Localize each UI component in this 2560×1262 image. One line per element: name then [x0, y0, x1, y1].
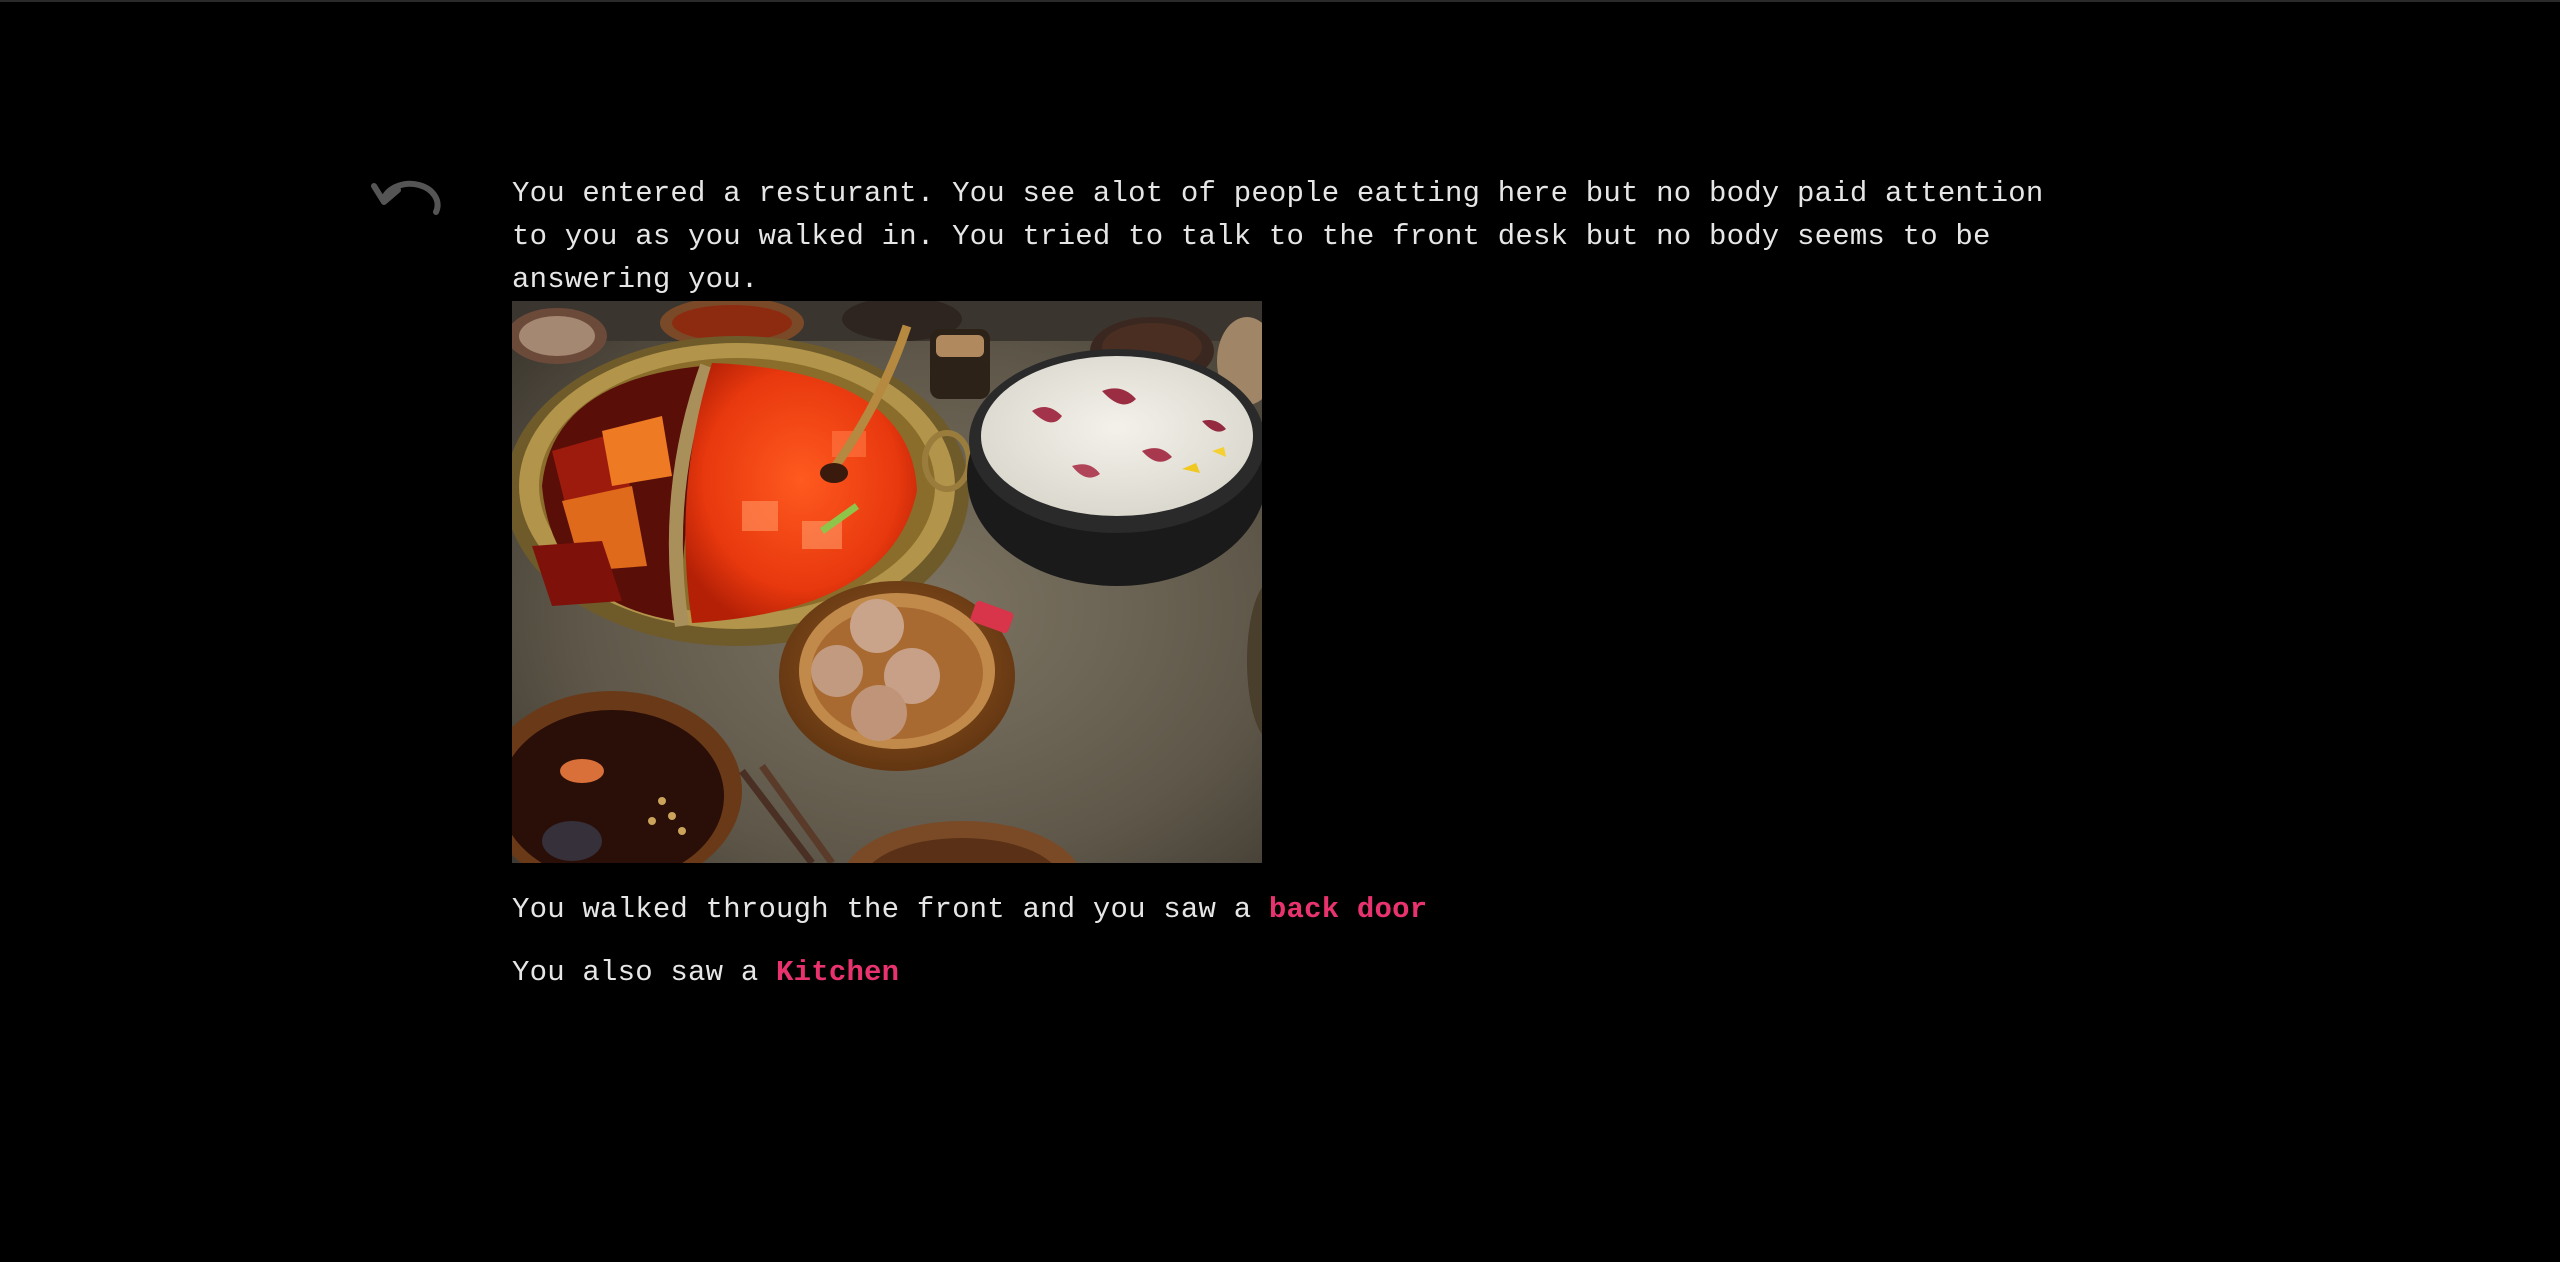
- story-passage: You entered a resturant. You see alot of…: [512, 172, 2072, 994]
- hotpot-restaurant-photo: [512, 301, 1262, 863]
- back-door-line: You walked through the front and you saw…: [512, 888, 2072, 931]
- top-divider: [0, 0, 2560, 2]
- undo-arrow-icon: [371, 180, 441, 215]
- kitchen-line-text: You also saw a: [512, 956, 777, 989]
- undo-button[interactable]: [370, 172, 450, 232]
- back-door-line-text: You walked through the front and you saw…: [512, 893, 1269, 926]
- back-door-link[interactable]: back door: [1269, 893, 1427, 926]
- intro-text: You entered a resturant. You see alot of…: [512, 177, 2044, 296]
- kitchen-link[interactable]: Kitchen: [776, 956, 899, 989]
- kitchen-line: You also saw a Kitchen: [512, 951, 2072, 994]
